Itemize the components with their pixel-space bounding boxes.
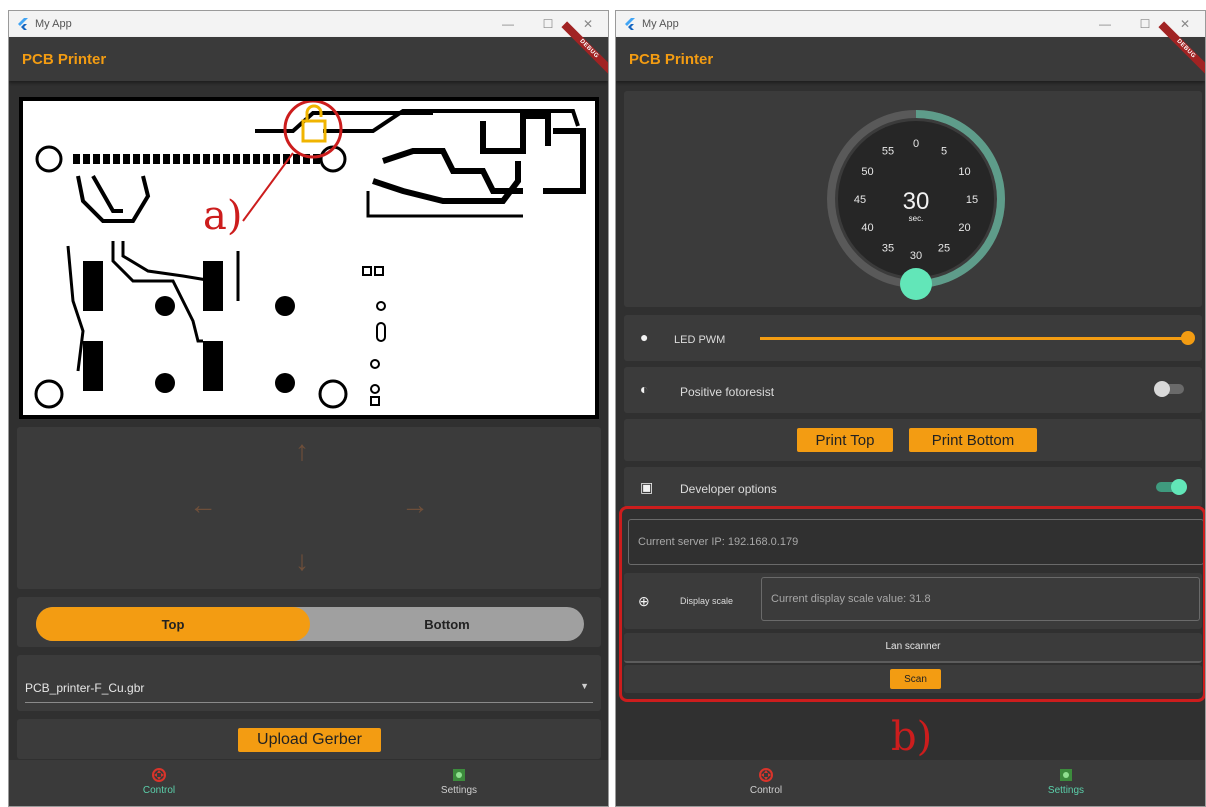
timer-unit: sec. [909, 214, 924, 223]
dial-tick-label: 50 [861, 166, 873, 178]
control-icon [759, 768, 773, 782]
maximize-button[interactable]: ☐ [1125, 11, 1165, 37]
app-window-settings: My App — ☐ ✕ PCB Printer DEBUG 0 5 10 15 20 2… [615, 10, 1206, 807]
nav-settings[interactable]: Settings [399, 768, 519, 796]
window-titlebar: My App — ☐ ✕ [9, 11, 608, 37]
nav-control-label: Control [749, 785, 783, 796]
server-ip-field[interactable]: Current server IP: 192.168.0.179 [628, 519, 1204, 565]
window-titlebar: My App — ☐ ✕ [616, 11, 1205, 37]
dial-knob-handle[interactable] [900, 268, 932, 300]
dial-tick-label: 0 [913, 138, 919, 150]
exposure-timer-dial[interactable]: 0 5 10 15 20 25 30 35 40 45 50 55 30 sec. [624, 91, 1202, 307]
app-bar: PCB Printer DEBUG [616, 21, 1205, 81]
led-pwm-slider-fill [760, 337, 1188, 340]
window-title: My App [35, 18, 72, 30]
timer-card: 0 5 10 15 20 25 30 35 40 45 50 55 30 sec. [624, 91, 1202, 307]
arrow-right-button[interactable]: → [401, 491, 429, 519]
dial-tick-label: 35 [882, 243, 894, 255]
print-top-button[interactable]: Print Top [797, 428, 893, 452]
bottom-navigation: Control Settings [616, 760, 1205, 806]
developer-board-icon: ▣ [640, 479, 654, 495]
dial-tick-label: 25 [938, 243, 950, 255]
maximize-button[interactable]: ☐ [528, 11, 568, 37]
led-pwm-card: ● LED PWM [624, 315, 1202, 361]
file-dropdown-card: PCB_printer-F_Cu.gbr ▼ [17, 655, 601, 711]
developer-options-card: ▣ Developer options [624, 467, 1202, 507]
app-window-control: My App — ☐ ✕ PCB Printer DEBUG a) ↑ ↓ ← … [8, 10, 609, 807]
fotoresist-label: Positive fotoresist [680, 385, 775, 399]
minimize-button[interactable]: — [1085, 11, 1125, 37]
server-ip-placeholder: Current server IP: 192.168.0.179 [638, 536, 799, 548]
arrow-left-button[interactable]: ← [189, 491, 217, 519]
settings-icon [1060, 769, 1072, 781]
flutter-logo-icon [625, 18, 635, 30]
side-top-option[interactable]: Top [36, 607, 310, 641]
dial-tick-label: 40 [861, 222, 873, 234]
dial-tick-label: 15 [966, 194, 978, 206]
dropdown-arrow-icon: ▼ [580, 681, 589, 691]
annotation-a: a) [203, 193, 243, 239]
control-icon [152, 768, 166, 782]
display-scale-label: Display scale [680, 596, 734, 606]
led-pwm-slider-thumb[interactable] [1181, 331, 1195, 345]
app-title: PCB Printer [629, 50, 714, 68]
contrast-icon: ◐ [640, 381, 649, 397]
dial-tick-label: 20 [958, 222, 970, 234]
nav-settings-label: Settings [1047, 785, 1085, 796]
annotation-b: b) [891, 714, 933, 760]
nav-settings-label: Settings [440, 785, 478, 796]
arrow-down-button[interactable]: ↓ [295, 547, 309, 575]
file-dropdown[interactable]: PCB_printer-F_Cu.gbr ▼ [25, 663, 593, 703]
fotoresist-card: ◐ Positive fotoresist [624, 367, 1202, 413]
display-scale-placeholder: Current display scale value: 31.8 [771, 593, 931, 605]
developer-options-toggle-thumb [1171, 479, 1187, 495]
pcb-preview[interactable]: a) [19, 97, 599, 419]
dial-tick-label: 55 [882, 146, 894, 158]
led-pwm-label: LED PWM [674, 334, 726, 346]
led-pwm-slider-track[interactable] [760, 331, 1195, 345]
nav-control-label: Control [142, 785, 176, 796]
lightbulb-icon: ● [640, 329, 649, 345]
fotoresist-toggle-thumb [1154, 381, 1170, 397]
bottom-navigation: Control Settings [9, 760, 608, 806]
lan-scanner-label: Lan scanner [885, 641, 941, 652]
side-bottom-option[interactable]: Bottom [310, 607, 584, 641]
side-toggle[interactable]: Top Bottom [36, 607, 584, 641]
display-scale-card: ⊕ Display scale Current display scale va… [624, 573, 1202, 629]
pcb-layout-graphic [34, 99, 586, 409]
movement-pad: ↑ ↓ ← → [17, 427, 601, 589]
nav-control[interactable]: Control [706, 768, 826, 796]
settings-icon [453, 769, 465, 781]
fotoresist-toggle[interactable] [1154, 381, 1184, 397]
nav-control[interactable]: Control [99, 768, 219, 796]
dial-tick-label: 5 [941, 146, 947, 158]
display-scale-field[interactable]: Current display scale value: 31.8 [761, 577, 1200, 621]
developer-options-label: Developer options [680, 482, 777, 496]
arrow-up-button[interactable]: ↑ [295, 437, 309, 465]
upload-gerber-button[interactable]: Upload Gerber [238, 728, 381, 752]
dial-tick-label: 10 [958, 166, 970, 178]
minimize-button[interactable]: — [488, 11, 528, 37]
developer-options-toggle[interactable] [1156, 479, 1187, 495]
dial-tick-label: 30 [910, 250, 922, 262]
app-bar: PCB Printer DEBUG [9, 21, 608, 81]
print-bottom-button[interactable]: Print Bottom [909, 428, 1037, 452]
zoom-in-icon: ⊕ [638, 593, 650, 609]
lan-scanner-card: Lan scanner [624, 633, 1202, 663]
window-title: My App [642, 18, 679, 30]
flutter-logo-icon [18, 18, 28, 30]
dial-tick-label: 45 [854, 194, 866, 206]
app-title: PCB Printer [22, 50, 107, 68]
scan-button[interactable]: Scan [890, 669, 941, 689]
timer-value: 30 [903, 188, 930, 215]
nav-settings[interactable]: Settings [1006, 768, 1126, 796]
file-dropdown-value: PCB_printer-F_Cu.gbr [25, 681, 145, 695]
